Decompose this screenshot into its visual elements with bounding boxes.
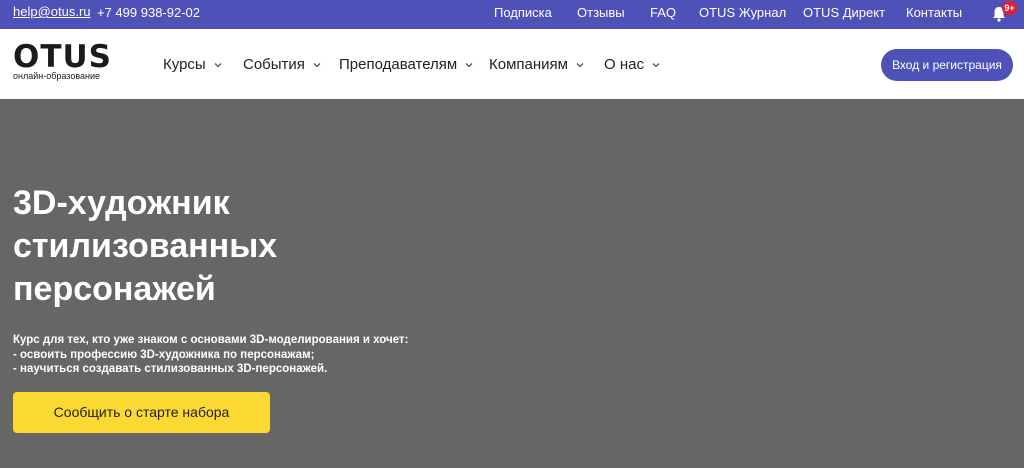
chevron-down-icon (313, 62, 321, 67)
top-link-reviews[interactable]: Отзывы (577, 5, 625, 20)
course-description-line: Курс для тех, кто уже знаком с основами … (13, 334, 409, 346)
top-link-subscription[interactable]: Подписка (494, 5, 552, 20)
notifications-badge: 9+ (1002, 1, 1017, 15)
course-title: 3D-художник стилизованных персонажей (13, 182, 413, 311)
top-link-faq[interactable]: FAQ (650, 5, 676, 20)
nav-companies[interactable]: Компаниям (489, 56, 584, 73)
logo-subtitle: онлайн-образование (13, 71, 101, 81)
login-register-button[interactable]: Вход и регистрация (881, 49, 1013, 81)
top-link-contacts[interactable]: Контакты (906, 5, 962, 20)
nav-teachers[interactable]: Преподавателям (339, 56, 473, 73)
nav-courses[interactable]: Курсы (163, 56, 222, 73)
course-title-line: 3D-художник (13, 184, 230, 222)
nav-events-label: События (243, 56, 305, 73)
chevron-down-icon (576, 62, 584, 67)
top-link-direct[interactable]: OTUS Директ (803, 5, 885, 20)
nav-about-label: О нас (604, 56, 644, 73)
nav-about[interactable]: О нас (604, 56, 660, 73)
course-description-line: - освоить профессию 3D-художника по перс… (13, 348, 315, 361)
course-description-line: - научиться создавать стилизованных 3D-п… (13, 363, 328, 375)
support-email-link[interactable]: help@otus.ru (13, 4, 91, 19)
top-bar: help@otus.ru +7 499 938-92-02 Подписка О… (0, 0, 1024, 29)
hero-section: 3D-художник стилизованных персонажей Кур… (0, 99, 1024, 468)
chevron-down-icon (652, 62, 660, 67)
course-title-line: стилизованных (13, 227, 278, 265)
otus-logo[interactable]: OTUS онлайн-образование (13, 39, 112, 82)
nav-companies-label: Компаниям (489, 56, 568, 73)
chevron-down-icon (465, 62, 473, 67)
nav-teachers-label: Преподавателям (339, 56, 458, 73)
notify-start-button[interactable]: Сообщить о старте набора (13, 392, 270, 433)
top-link-journal[interactable]: OTUS Журнал (699, 5, 786, 20)
nav-events[interactable]: События (243, 56, 321, 73)
chevron-down-icon (214, 62, 222, 67)
logo-wordmark: OTUS (13, 39, 112, 75)
phone-link[interactable]: +7 499 938-92-02 (97, 5, 200, 20)
main-header: OTUS онлайн-образование Курсы События Пр… (0, 29, 1024, 99)
nav-courses-label: Курсы (163, 56, 206, 73)
course-title-line: персонажей (13, 270, 216, 308)
course-description: Курс для тех, кто уже знаком с основами … (13, 333, 408, 377)
